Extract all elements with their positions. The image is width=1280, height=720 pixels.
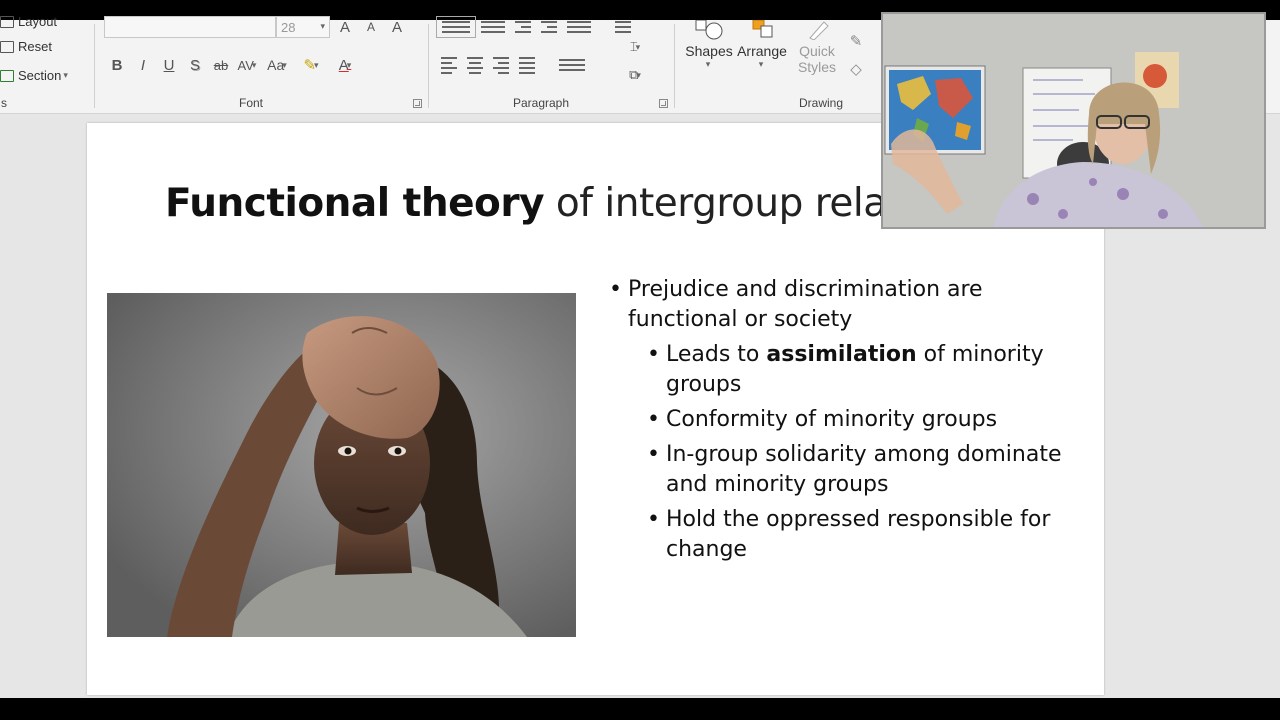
slide-photo[interactable]: [107, 293, 576, 637]
align-center-button[interactable]: [462, 54, 488, 76]
layout-label: Layout: [18, 14, 58, 29]
shape-outline-icon[interactable]: ◇: [847, 58, 865, 80]
slide-body-text[interactable]: Prejudice and discrimination are functio…: [607, 275, 1077, 570]
paragraph-dialog-launcher[interactable]: [659, 99, 668, 108]
sub-bullet-list: Leads to assimilation of minority groups…: [607, 340, 1077, 565]
shrink-font-button[interactable]: A: [358, 16, 384, 38]
group-divider: [674, 24, 675, 108]
presenter-video: [883, 14, 1264, 227]
align-right-button[interactable]: [488, 54, 514, 76]
bold-button[interactable]: B: [104, 54, 130, 76]
webcam-overlay: [881, 12, 1266, 229]
paragraph-group-label: Paragraph: [512, 96, 570, 110]
section-label: Section: [18, 68, 62, 83]
quick-styles-label-2: Styles: [797, 59, 837, 75]
grow-font-button[interactable]: A: [332, 16, 358, 38]
reset-icon: [0, 40, 14, 53]
columns-button[interactable]: [554, 54, 590, 76]
font-name-field[interactable]: [104, 16, 276, 38]
shape-fill-icon[interactable]: ✎: [847, 30, 865, 52]
font-group-label: Font: [238, 96, 263, 110]
arrange-label: Arrange: [737, 43, 787, 59]
bullets-button[interactable]: [436, 16, 476, 38]
change-case-button[interactable]: Aa ▾: [260, 54, 294, 76]
arrange-icon: [752, 19, 773, 38]
shapes-label: Shapes: [685, 43, 733, 59]
group-divider: [428, 24, 429, 108]
chevron-down-icon: ▾: [320, 21, 325, 31]
increase-indent-button[interactable]: [536, 16, 562, 38]
sub-bullet: Leads to assimilation of minority groups: [607, 340, 1077, 400]
arrange-button[interactable]: Arrange ▾: [736, 19, 788, 70]
reset-label: Reset: [18, 39, 52, 54]
font-color-button[interactable]: A ▾: [328, 54, 362, 76]
chevron-down-icon: ▾: [758, 59, 764, 69]
shapes-icon: [695, 19, 723, 40]
font-size-value: 28: [281, 20, 296, 35]
slides-group-label: s: [1, 96, 7, 110]
justify-button[interactable]: [514, 54, 540, 76]
convert-smartart-button[interactable]: ⧉ ▾: [622, 64, 648, 86]
quick-styles-icon: [809, 21, 829, 41]
shapes-button[interactable]: Shapes ▾: [684, 19, 734, 70]
font-size-field[interactable]: 28 ▾: [276, 16, 330, 38]
vertical-scrollbar[interactable]: [1268, 118, 1280, 696]
section-icon: [0, 69, 14, 82]
woman-with-mask-image: [107, 293, 576, 637]
character-spacing-button[interactable]: AV ▾: [234, 54, 260, 76]
powerpoint-window: Layout Reset Section ▾ s 28 ▾ A A A B I …: [0, 0, 1280, 720]
sub-bullet: Conformity of minority groups: [607, 405, 1077, 435]
sub-bullet: Hold the oppressed responsible for chang…: [607, 505, 1077, 565]
chevron-down-icon: ▾: [705, 59, 711, 69]
layout-button[interactable]: Layout: [0, 14, 57, 29]
chevron-down-icon: ▾: [63, 70, 68, 80]
font-dialog-launcher[interactable]: [413, 99, 422, 108]
strikethrough-button[interactable]: ab: [208, 54, 234, 76]
group-divider: [94, 24, 95, 108]
underline-button[interactable]: U: [156, 54, 182, 76]
sub-bullet: In-group solidarity among dominate and m…: [607, 440, 1077, 500]
quick-styles-label-1: Quick: [799, 43, 835, 59]
text-direction-button[interactable]: [610, 16, 636, 38]
clear-formatting-button[interactable]: A: [384, 16, 410, 38]
main-bullet: Prejudice and discrimination are functio…: [607, 275, 1077, 335]
bottom-letterbox: [0, 698, 1280, 720]
section-button[interactable]: Section ▾: [0, 68, 68, 83]
quick-styles-button[interactable]: Quick Styles: [791, 20, 843, 75]
layout-icon: [0, 15, 14, 28]
line-spacing-button[interactable]: [562, 16, 596, 38]
slide-title[interactable]: Functional theory of intergroup relation…: [165, 181, 980, 226]
highlight-color-button[interactable]: ✎ ▾: [294, 54, 328, 76]
decrease-indent-button[interactable]: [510, 16, 536, 38]
numbering-button[interactable]: [476, 16, 510, 38]
italic-button[interactable]: I: [130, 54, 156, 76]
text-shadow-button[interactable]: S: [182, 54, 208, 76]
slide-title-bold: Functional theory: [165, 181, 545, 226]
align-text-button[interactable]: ⌶ ▾: [622, 36, 648, 58]
drawing-group-label: Drawing: [798, 96, 843, 110]
align-left-button[interactable]: [436, 54, 462, 76]
reset-button[interactable]: Reset: [0, 39, 52, 54]
